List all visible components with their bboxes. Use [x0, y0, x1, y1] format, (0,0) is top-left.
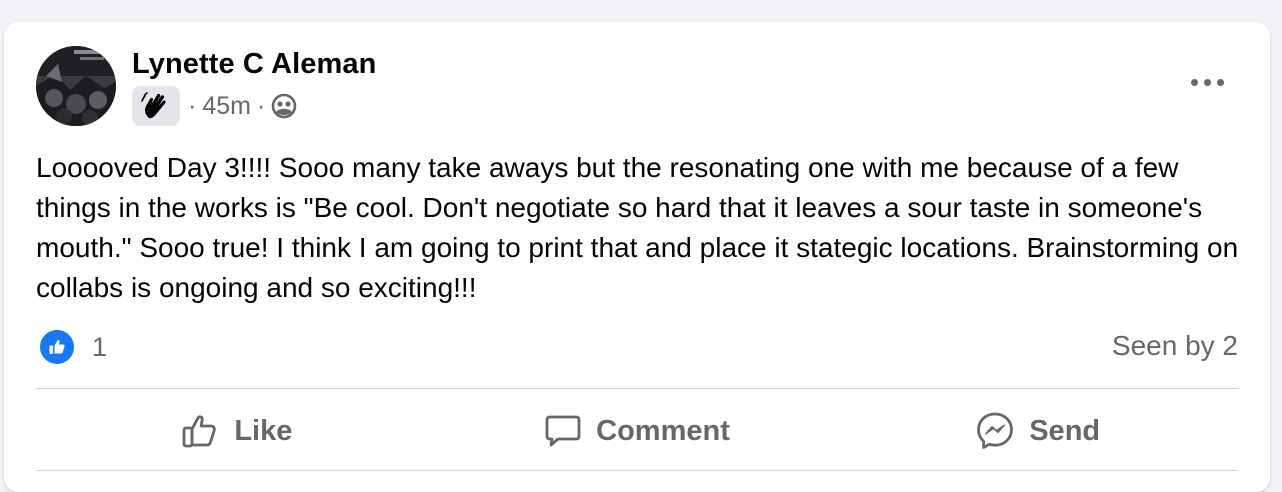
thumbs-up-icon [182, 415, 217, 448]
post-meta: · 45m · [132, 86, 297, 126]
post-card: Lynette C Aleman · 45m · Looooved Day 3!… [4, 22, 1270, 492]
author-avatar[interactable] [36, 46, 116, 126]
author-name[interactable]: Lynette C Aleman [132, 48, 376, 81]
more-dot [1216, 78, 1224, 86]
reaction-count[interactable]: 1 [92, 332, 107, 363]
reaction-summary[interactable]: 1 [38, 328, 107, 366]
meta-separator: · [188, 91, 197, 120]
group-audience-icon[interactable] [271, 93, 297, 119]
post-body-text: Looooved Day 3!!!! Sooo many take aways … [36, 152, 1239, 303]
comment-button[interactable]: Comment [437, 400, 838, 462]
send-button[interactable]: Send [837, 400, 1238, 462]
meta-separator: · [256, 91, 266, 120]
more-dot [1190, 78, 1198, 86]
like-reaction-icon [38, 328, 76, 366]
avatar-photo [36, 46, 116, 126]
post-timestamp[interactable]: 45m [202, 92, 251, 121]
more-options-icon[interactable] [1184, 68, 1230, 96]
seen-by-count[interactable]: Seen by 2 [1112, 330, 1238, 362]
divider [36, 470, 1238, 471]
messenger-icon [977, 412, 1014, 449]
divider [36, 388, 1238, 389]
like-button[interactable]: Like [36, 400, 437, 462]
comment-label: Comment [596, 414, 730, 447]
comment-bubble-icon [545, 415, 581, 447]
post-actions-bar: Like Comment Send [36, 400, 1238, 462]
more-dot [1203, 78, 1211, 86]
send-label: Send [1029, 414, 1101, 447]
like-label: Like [234, 414, 293, 447]
waving-hand-icon[interactable] [132, 86, 180, 126]
